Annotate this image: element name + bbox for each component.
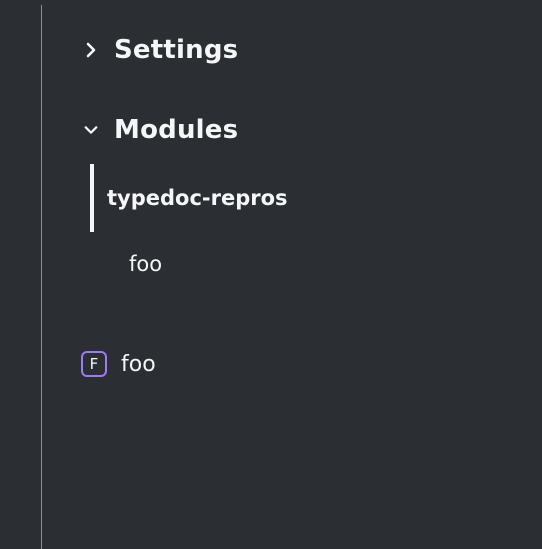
member-link-label: foo <box>121 351 156 377</box>
module-link-typedoc-repros[interactable]: typedoc-repros <box>90 164 288 232</box>
module-link-foo[interactable]: foo <box>129 252 162 276</box>
sidebar-divider <box>41 5 42 549</box>
member-link-foo[interactable]: F foo <box>81 349 156 379</box>
chevron-down-icon <box>84 123 98 137</box>
function-kind-icon: F <box>81 351 107 377</box>
module-link-label: typedoc-repros <box>107 186 288 210</box>
settings-section-label: Settings <box>114 35 239 65</box>
modules-section-label: Modules <box>114 115 239 145</box>
chevron-right-icon <box>84 42 98 58</box>
modules-section-toggle[interactable]: Modules <box>84 114 238 146</box>
settings-section-toggle[interactable]: Settings <box>84 34 238 66</box>
active-indicator <box>90 164 94 232</box>
